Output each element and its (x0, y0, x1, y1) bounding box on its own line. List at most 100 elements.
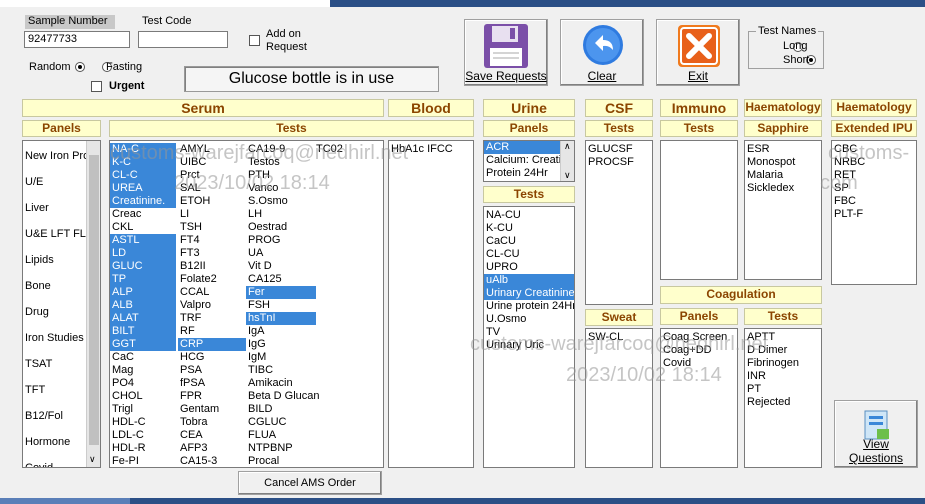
add-on-request-checkbox[interactable] (249, 35, 260, 46)
serum-test-item[interactable]: Valpro (178, 299, 246, 312)
serum-test-item[interactable]: fPSA (178, 377, 246, 390)
serum-panels-scrollbar[interactable]: ∨ (86, 141, 100, 467)
serum-test-item[interactable]: CGLUC (246, 416, 316, 429)
serum-test-item[interactable]: TP (110, 273, 176, 286)
serum-tests-list[interactable]: NA-C K-C CL-C UREA Creatinine. Creac CKL ASTL LD… (109, 140, 384, 468)
coag-panel-item[interactable]: Coag+DD (661, 344, 737, 357)
serum-test-item[interactable]: IgM (246, 351, 316, 364)
serum-test-item[interactable]: Folate2 (178, 273, 246, 286)
serum-test-item[interactable]: TRF (178, 312, 246, 325)
serum-panel-item[interactable]: Iron Studies (23, 325, 87, 351)
coag-panel-item[interactable]: Covid (661, 357, 737, 370)
serum-test-item[interactable]: CRP (178, 338, 246, 351)
serum-test-item[interactable]: Procal (246, 455, 316, 467)
serum-test-item[interactable]: Mag (110, 364, 176, 377)
sapphire-test-item[interactable]: ESR (745, 143, 821, 156)
random-radio[interactable] (75, 62, 85, 72)
urine-tests-list[interactable]: NA-CU K-CU CaCU CL-CU UPRO uAlb Urinary Creati… (483, 206, 575, 468)
serum-test-item[interactable]: HCG (178, 351, 246, 364)
serum-test-item[interactable]: Fe-PI (110, 455, 176, 467)
urine-test-item[interactable]: NA-CU (484, 209, 574, 222)
serum-test-item[interactable]: RF (178, 325, 246, 338)
serum-test-item[interactable]: FPR (178, 390, 246, 403)
serum-test-item[interactable]: CKL (110, 221, 176, 234)
serum-test-item[interactable]: Vit D (246, 260, 316, 273)
extended-ipu-test-item[interactable]: CBC (832, 143, 916, 156)
clear-button[interactable]: Clear (560, 19, 644, 86)
serum-test-item[interactable]: FT3 (178, 247, 246, 260)
urine-test-item[interactable]: TV (484, 326, 574, 339)
serum-test-item[interactable]: UREA (110, 182, 176, 195)
urine-panel-item[interactable]: Protein 24Hr (484, 167, 560, 180)
serum-test-item[interactable]: S.Osmo (246, 195, 316, 208)
sapphire-test-item[interactable]: Malaria (745, 169, 821, 182)
serum-test-item[interactable]: FT4 (178, 234, 246, 247)
serum-test-item[interactable]: ALP (110, 286, 176, 299)
serum-test-item[interactable]: UA (246, 247, 316, 260)
urine-test-item[interactable]: Urinary Uric (484, 339, 574, 352)
serum-panel-item[interactable]: B12/Fol (23, 403, 87, 429)
save-requests-button[interactable]: Save Requests (464, 19, 548, 86)
serum-test-item[interactable]: TIBC (246, 364, 316, 377)
urine-test-item[interactable]: CL-CU (484, 248, 574, 261)
serum-test-item[interactable]: FLUA (246, 429, 316, 442)
serum-test-item[interactable]: TC02 (314, 143, 374, 156)
coag-test-item[interactable]: Rejected (745, 396, 821, 409)
serum-test-item[interactable]: NA-C (110, 143, 176, 156)
serum-test-item[interactable]: UIBC (178, 156, 246, 169)
serum-test-item[interactable]: BILT (110, 325, 176, 338)
blood-tests-list[interactable]: HbA1c IFCC (388, 140, 474, 468)
serum-test-item[interactable]: hsTnI (246, 312, 316, 325)
urine-test-item[interactable]: U.Osmo (484, 313, 574, 326)
serum-test-item[interactable]: Vanco (246, 182, 316, 195)
coag-test-item[interactable]: APTT (745, 331, 821, 344)
cancel-ams-order-button[interactable]: Cancel AMS Order (238, 471, 382, 495)
sweat-test-item[interactable]: SW-CL (586, 331, 652, 344)
test-code-input[interactable] (138, 31, 228, 48)
serum-test-item[interactable]: CA19-9 (246, 143, 316, 156)
exit-button[interactable]: Exit (656, 19, 740, 86)
serum-test-item[interactable]: HDL-C (110, 416, 176, 429)
serum-test-item[interactable]: TSH (178, 221, 246, 234)
serum-test-item[interactable]: GGT (110, 338, 176, 351)
csf-tests-list[interactable]: GLUCSF PROCSF (585, 140, 653, 305)
chevron-up-icon[interactable]: ∧ (564, 141, 571, 152)
urgent-checkbox[interactable] (91, 81, 102, 92)
serum-panel-item[interactable]: U/E (23, 169, 87, 195)
serum-panel-item[interactable]: TFT (23, 377, 87, 403)
serum-panel-item[interactable]: New Iron Pro (23, 143, 89, 169)
sapphire-test-item[interactable]: Sickledex (745, 182, 821, 195)
extended-ipu-tests-list[interactable]: CBC NRBC RET SP FBC PLT-F (831, 140, 917, 285)
sweat-tests-list[interactable]: SW-CL (585, 328, 653, 468)
serum-test-item[interactable]: LI (178, 208, 246, 221)
serum-test-item[interactable]: LH (246, 208, 316, 221)
extended-ipu-test-item[interactable]: FBC (832, 195, 916, 208)
serum-panel-item[interactable]: Drug (23, 299, 87, 325)
coag-panels-list[interactable]: Coag Screen Coag+DD Covid (660, 328, 738, 468)
serum-test-item[interactable]: Amikacin (246, 377, 316, 390)
serum-panel-item[interactable]: TSAT (23, 351, 87, 377)
extended-ipu-test-item[interactable]: RET (832, 169, 916, 182)
coag-test-item[interactable]: D Dimer (745, 344, 821, 357)
serum-test-item[interactable]: IgG (246, 338, 316, 351)
serum-test-item[interactable]: Tobra (178, 416, 246, 429)
serum-panel-item[interactable]: Lipids (23, 247, 87, 273)
serum-test-item[interactable]: PTH (246, 169, 316, 182)
urine-test-item[interactable]: Urine protein 24Hr (484, 300, 574, 313)
urine-test-item[interactable]: UPRO (484, 261, 574, 274)
serum-test-item[interactable]: CL-C (110, 169, 176, 182)
serum-test-item[interactable]: BILD (246, 403, 316, 416)
serum-panel-item[interactable]: Covid (23, 455, 87, 467)
serum-test-item[interactable]: IgA (246, 325, 316, 338)
urine-test-item[interactable]: uAlb (484, 274, 574, 287)
serum-test-item[interactable]: LD (110, 247, 176, 260)
urine-test-item[interactable]: Urinary Creatinine. (484, 287, 574, 300)
urine-test-item[interactable]: CaCU (484, 235, 574, 248)
serum-test-item[interactable]: B12II (178, 260, 246, 273)
serum-test-item[interactable]: LDL-C (110, 429, 176, 442)
sapphire-test-item[interactable]: Monospot (745, 156, 821, 169)
serum-panel-item[interactable]: Liver (23, 195, 87, 221)
extended-ipu-test-item[interactable]: SP (832, 182, 916, 195)
serum-test-item[interactable]: CaC (110, 351, 176, 364)
serum-test-item[interactable]: Trigl (110, 403, 176, 416)
